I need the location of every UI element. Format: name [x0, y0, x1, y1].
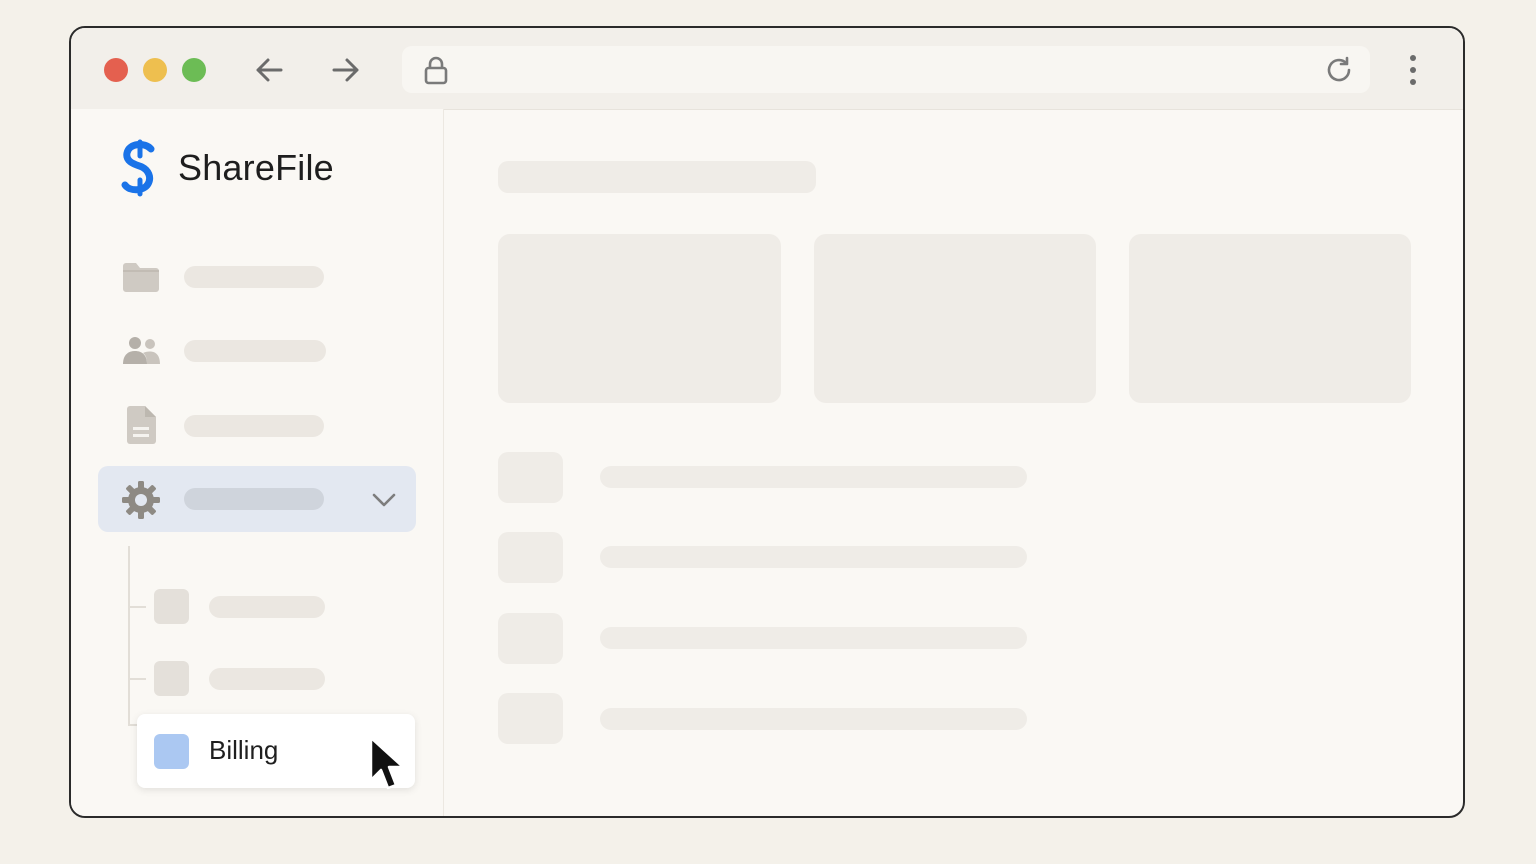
page-title-placeholder	[498, 161, 816, 193]
sidebar-item-settings[interactable]	[98, 466, 416, 532]
tree-connector	[128, 546, 130, 726]
nav-label-placeholder	[184, 340, 326, 362]
kebab-menu-icon	[1410, 55, 1416, 85]
subitem-label: Billing	[209, 735, 279, 765]
browser-window: ShareFile Billing	[69, 26, 1465, 818]
folder-icon	[120, 257, 162, 297]
mouse-pointer-icon	[369, 736, 405, 790]
list-item-text-placeholder	[600, 466, 1027, 488]
app-name: ShareFile	[178, 147, 334, 188]
reload-icon	[1327, 56, 1351, 82]
nav-label-placeholder	[184, 415, 324, 437]
sidebar-item-people[interactable]	[98, 317, 416, 383]
summary-card-placeholder	[814, 234, 1096, 403]
subitem-label-placeholder	[209, 596, 325, 618]
list-item-text-placeholder	[600, 627, 1027, 649]
app-logo[interactable]: ShareFile	[118, 139, 334, 197]
sidebar: ShareFile Billing	[71, 109, 444, 816]
billing-icon	[154, 734, 189, 769]
browser-toolbar	[71, 28, 1463, 110]
list-item-thumb-placeholder	[498, 693, 563, 744]
maximize-window-button[interactable]	[182, 58, 206, 82]
minimize-window-button[interactable]	[143, 58, 167, 82]
list-item-text-placeholder	[600, 546, 1027, 568]
settings-subitem[interactable]	[137, 641, 415, 715]
summary-card-placeholder	[1129, 234, 1411, 403]
reload-button[interactable]	[1322, 53, 1356, 87]
sharefile-logo-icon	[121, 139, 155, 197]
summary-card-placeholder	[498, 234, 781, 403]
chevron-down-icon[interactable]	[370, 486, 398, 514]
sidebar-item-folders[interactable]	[98, 243, 416, 309]
close-window-button[interactable]	[104, 58, 128, 82]
settings-subitem[interactable]	[137, 569, 415, 643]
subitem-label-placeholder	[209, 668, 325, 690]
gear-icon	[120, 480, 162, 520]
people-icon	[120, 331, 162, 371]
browser-menu-button[interactable]	[1397, 50, 1429, 90]
lock-icon	[420, 54, 452, 86]
nav-label-placeholder	[184, 488, 324, 510]
list-item-thumb-placeholder	[498, 613, 563, 664]
list-item-thumb-placeholder	[498, 452, 563, 503]
document-icon	[120, 405, 162, 445]
forward-button[interactable]	[326, 50, 366, 90]
arrow-right-icon	[332, 58, 359, 82]
subitem-icon	[154, 589, 189, 624]
address-bar[interactable]	[402, 46, 1370, 93]
back-button[interactable]	[249, 50, 289, 90]
list-item-thumb-placeholder	[498, 532, 563, 583]
nav-label-placeholder	[184, 266, 324, 288]
sidebar-item-documents[interactable]	[98, 391, 416, 457]
list-item-text-placeholder	[600, 708, 1027, 730]
arrow-left-icon	[256, 58, 283, 82]
subitem-icon	[154, 661, 189, 696]
